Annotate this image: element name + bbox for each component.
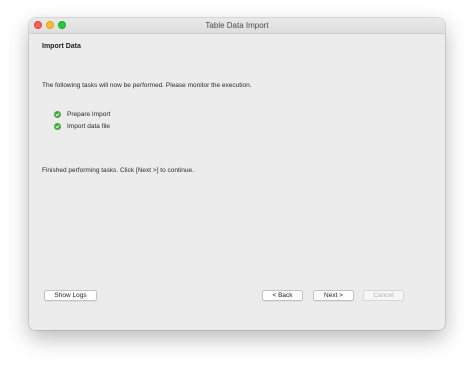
intro-text: The following tasks will now be performe… bbox=[42, 82, 252, 89]
page-title: Import Data bbox=[42, 43, 81, 50]
title-bar[interactable]: Table Data Import bbox=[29, 18, 445, 34]
import-dialog-window: Table Data Import Import Data The follow… bbox=[29, 18, 445, 330]
show-logs-button[interactable]: Show Logs bbox=[44, 290, 97, 301]
back-button[interactable]: < Back bbox=[262, 290, 303, 301]
wizard-content: Import Data The following tasks will now… bbox=[29, 34, 445, 330]
task-item: Import data file bbox=[54, 122, 110, 131]
status-text: Finished performing tasks. Click [Next >… bbox=[42, 167, 194, 174]
task-label: Prepare Import bbox=[67, 111, 111, 118]
cancel-button[interactable]: Cancel bbox=[363, 290, 404, 301]
check-circle-icon bbox=[54, 111, 61, 118]
task-item: Prepare Import bbox=[54, 110, 110, 119]
next-button[interactable]: Next > bbox=[313, 290, 354, 301]
task-label: Import data file bbox=[67, 123, 110, 130]
check-circle-icon bbox=[54, 123, 61, 130]
window-title: Table Data Import bbox=[205, 21, 269, 30]
